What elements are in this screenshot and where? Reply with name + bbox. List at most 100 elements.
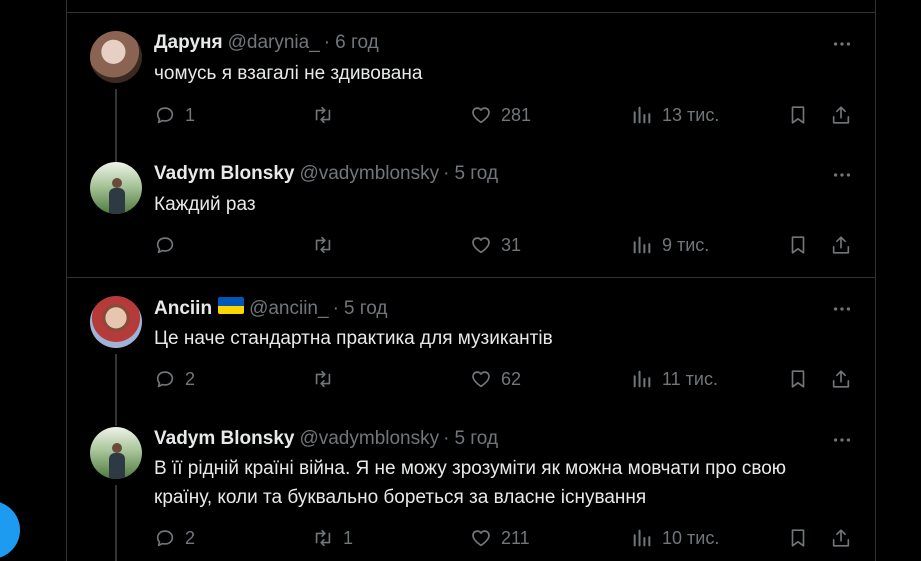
views-icon <box>633 106 651 124</box>
thread-line <box>115 89 117 165</box>
author-name[interactable]: Vadym Blonsky <box>154 428 294 450</box>
compose-post-button[interactable] <box>0 501 20 559</box>
views-icon <box>633 529 651 547</box>
tweet-text: Це наче стандартна практика для музикант… <box>154 328 553 349</box>
share-button[interactable] <box>830 527 852 549</box>
views-button[interactable]: 10 тис. <box>631 527 719 549</box>
share-icon <box>832 529 850 547</box>
avatar[interactable] <box>90 31 142 83</box>
more-icon[interactable] <box>831 164 853 186</box>
retweet-icon <box>315 370 331 388</box>
share-button[interactable] <box>830 104 852 126</box>
retweet-button[interactable] <box>312 104 343 126</box>
reply-count: 1 <box>185 104 196 125</box>
reply-button[interactable] <box>154 234 185 256</box>
views-icon <box>633 236 651 254</box>
author-name[interactable]: Даруня <box>154 32 223 54</box>
bookmark-icon <box>791 370 805 388</box>
thread-line <box>115 485 117 561</box>
like-button[interactable]: 281 <box>470 104 531 126</box>
tweet-actions: 2 62 11 тис. <box>154 368 854 394</box>
author-handle[interactable]: @vadymblonsky <box>299 163 439 185</box>
like-button[interactable]: 31 <box>470 234 521 256</box>
reply-count: 2 <box>185 368 196 389</box>
tweet-text: Каждий раз <box>154 194 256 215</box>
share-button[interactable] <box>830 368 852 390</box>
timestamp[interactable]: 5 год <box>454 428 498 450</box>
avatar[interactable] <box>90 162 142 214</box>
share-icon <box>832 236 850 254</box>
more-icon[interactable] <box>831 298 853 320</box>
share-button[interactable] <box>830 234 852 256</box>
tweet-text: В її рідній країні війна. Я не можу зроз… <box>154 458 787 508</box>
like-button[interactable]: 62 <box>470 368 521 390</box>
tweet-header: Даруня @darynia_ · 6 год <box>154 32 379 54</box>
like-icon <box>472 107 490 124</box>
avatar[interactable] <box>90 427 142 479</box>
tweet-actions: 2 1 211 10 тис. <box>154 527 854 553</box>
reply-count: 2 <box>185 527 196 548</box>
more-icon[interactable] <box>831 429 853 451</box>
author-handle[interactable]: @vadymblonsky <box>299 428 439 450</box>
timestamp[interactable]: 5 год <box>344 298 388 320</box>
retweet-icon <box>315 106 331 124</box>
retweet-icon <box>315 236 331 254</box>
retweet-button[interactable] <box>312 234 343 256</box>
divider <box>67 277 875 278</box>
like-button[interactable]: 211 <box>470 527 530 549</box>
author-name[interactable]: Anciin <box>154 298 212 320</box>
tweet-header: Anciin @anciin_ · 5 год <box>154 297 388 320</box>
views-icon <box>633 370 651 388</box>
retweet-count: 1 <box>343 527 354 548</box>
ukraine-flag-icon <box>218 297 245 314</box>
reply-button[interactable]: 2 <box>154 527 195 549</box>
reply-icon <box>156 530 174 547</box>
author-handle[interactable]: @anciin_ <box>249 298 329 320</box>
reply-button[interactable]: 1 <box>154 104 195 126</box>
retweet-icon <box>315 529 331 547</box>
like-icon <box>472 371 490 388</box>
bookmark-icon <box>791 106 805 124</box>
more-icon[interactable] <box>831 33 853 55</box>
retweet-button[interactable] <box>312 368 343 390</box>
reply-icon <box>156 107 174 124</box>
separator-dot: · <box>332 298 339 319</box>
bookmark-icon <box>791 529 805 547</box>
timestamp[interactable]: 6 год <box>335 32 379 54</box>
views-count: 11 тис. <box>662 368 718 389</box>
separator-dot: · <box>443 428 450 449</box>
reply-button[interactable]: 2 <box>154 368 195 390</box>
like-icon <box>472 237 490 254</box>
views-button[interactable]: 9 тис. <box>631 234 709 256</box>
tweet-actions: 31 9 тис. <box>154 234 854 260</box>
views-button[interactable]: 13 тис. <box>631 104 719 126</box>
like-count: 31 <box>501 234 522 255</box>
tweet-header: Vadym Blonsky @vadymblonsky · 5 год <box>154 428 498 450</box>
author-name[interactable]: Vadym Blonsky <box>154 163 294 185</box>
like-count: 62 <box>501 368 522 389</box>
views-count: 10 тис. <box>662 527 720 548</box>
divider <box>67 12 875 13</box>
share-icon <box>832 370 850 388</box>
views-button[interactable]: 11 тис. <box>631 368 718 390</box>
tweet-actions: 1 281 13 тис. <box>154 104 854 130</box>
views-count: 13 тис. <box>662 104 720 125</box>
separator-dot: · <box>443 163 450 184</box>
timeline-column: Даруня @darynia_ · 6 год чомусь я взагал… <box>66 0 876 561</box>
author-handle[interactable]: @darynia_ <box>228 32 320 54</box>
bookmark-button[interactable] <box>787 527 809 549</box>
like-count: 281 <box>501 104 532 125</box>
tweet-header: Vadym Blonsky @vadymblonsky · 5 год <box>154 163 498 185</box>
separator-dot: · <box>323 32 331 53</box>
bookmark-button[interactable] <box>787 104 809 126</box>
timestamp[interactable]: 5 год <box>454 163 498 185</box>
reply-icon <box>156 371 174 388</box>
tweet-text: чомусь я взагалі не здивована <box>154 63 423 84</box>
like-icon <box>472 530 490 547</box>
bookmark-icon <box>791 236 805 254</box>
avatar[interactable] <box>90 296 142 348</box>
bookmark-button[interactable] <box>787 234 809 256</box>
bookmark-button[interactable] <box>787 368 809 390</box>
retweet-button[interactable]: 1 <box>312 527 353 549</box>
like-count: 211 <box>501 527 530 548</box>
